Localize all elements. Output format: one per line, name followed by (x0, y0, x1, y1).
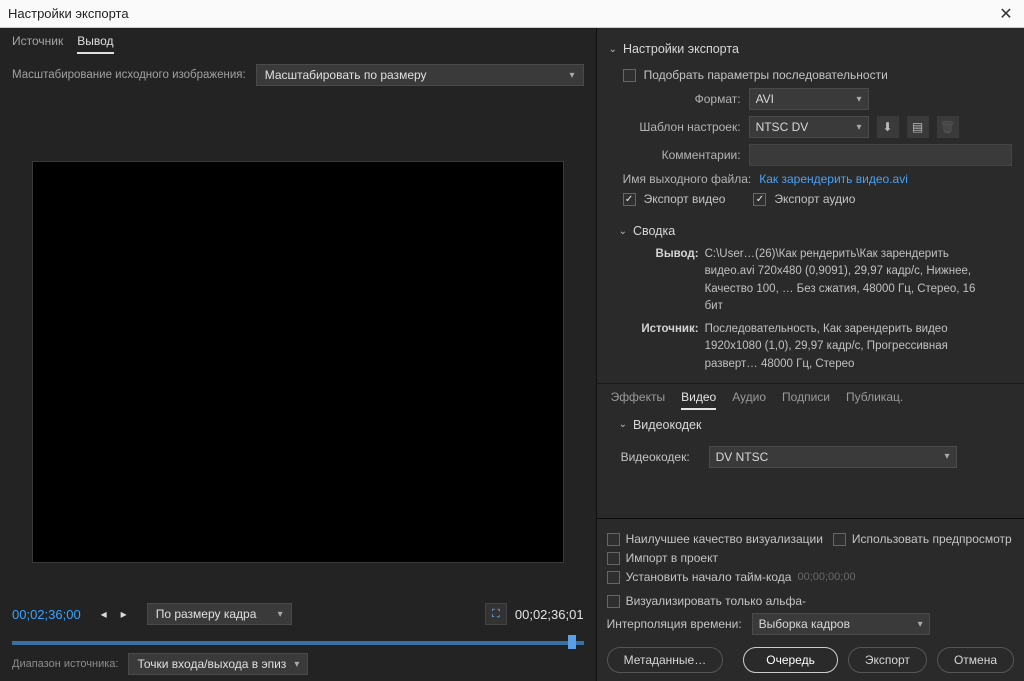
scale-dropdown[interactable]: Масштабировать по размеру▾ (256, 64, 584, 86)
comments-label: Комментарии: (623, 148, 741, 162)
chevron-down-icon: ⌄ (619, 419, 627, 430)
import-preset-icon[interactable]: ▤ (907, 116, 929, 138)
output-name-label: Имя выходного файла: (623, 172, 752, 186)
chevron-down-icon: ▾ (945, 451, 950, 462)
tab-captions[interactable]: Подписи (782, 390, 830, 410)
scale-label: Масштабирование исходного изображения: (12, 69, 246, 81)
summary-output-value: C:\User…(26)\Как рендерить\Как зарендери… (705, 246, 990, 315)
match-sequence-label: Подобрать параметры последовательности (644, 68, 888, 82)
summary-output-label: Вывод: (627, 246, 699, 263)
summary-source-value: Последовательность, Как зарендерить виде… (705, 321, 990, 373)
timeline-scrubber[interactable] (12, 633, 584, 647)
fit-dropdown[interactable]: По размеру кадра▾ (147, 603, 292, 625)
delete-preset-icon[interactable]: 🗑 (937, 116, 959, 138)
save-preset-icon[interactable]: ⬇ (877, 116, 899, 138)
video-codec-dropdown[interactable]: DV NTSC▾ (709, 446, 957, 468)
comments-field[interactable] (749, 144, 1012, 166)
playhead[interactable] (568, 635, 576, 649)
next-frame-button[interactable]: ▸ (117, 607, 131, 621)
preview-pane: Источник Вывод Масштабирование исходного… (0, 28, 597, 681)
set-tc-checkbox[interactable] (607, 571, 620, 584)
chevron-down-icon: ▾ (570, 70, 575, 81)
summary-header[interactable]: ⌄ Сводка (597, 220, 1024, 242)
summary-source-label: Источник: (627, 321, 699, 338)
export-audio-checkbox[interactable] (753, 193, 766, 206)
interp-dropdown[interactable]: Выборка кадров▾ (752, 613, 930, 635)
export-video-checkbox[interactable] (623, 193, 636, 206)
match-sequence-checkbox[interactable] (623, 69, 636, 82)
chevron-down-icon: ▾ (278, 609, 283, 620)
export-settings-header[interactable]: ⌄ Настройки экспорта (597, 38, 1024, 60)
chevron-down-icon: ▾ (294, 659, 299, 670)
metadata-button[interactable]: Метаданные… (607, 647, 724, 673)
aspect-ratio-button[interactable]: ⛶ (485, 603, 507, 625)
title-bar: Настройки экспорта ✕ (0, 0, 1024, 28)
preset-dropdown[interactable]: NTSC DV▾ (749, 116, 869, 138)
tab-output[interactable]: Вывод (77, 34, 113, 54)
format-dropdown[interactable]: AVI▾ (749, 88, 869, 110)
prev-frame-button[interactable]: ◂ (97, 607, 111, 621)
video-codec-header[interactable]: ⌄ Видеокодек (597, 414, 1024, 436)
chevron-down-icon: ⌄ (619, 226, 627, 237)
import-project-checkbox[interactable] (607, 552, 620, 565)
chevron-down-icon: ▾ (857, 94, 862, 105)
preview-canvas[interactable] (33, 162, 563, 562)
close-icon[interactable]: ✕ (996, 4, 1016, 24)
chevron-down-icon: ⌄ (609, 44, 617, 55)
max-quality-checkbox[interactable] (607, 533, 620, 546)
alpha-only-checkbox[interactable] (607, 595, 620, 608)
tab-publish[interactable]: Публикац. (846, 390, 903, 410)
export-button[interactable]: Экспорт (848, 647, 927, 673)
format-label: Формат: (623, 92, 741, 106)
tab-source[interactable]: Источник (12, 34, 63, 54)
cancel-button[interactable]: Отмена (937, 647, 1014, 673)
range-dropdown[interactable]: Точки входа/выхода в эпиз▾ (128, 653, 308, 675)
preset-label: Шаблон настроек: (623, 120, 741, 134)
range-label: Диапазон источника: (12, 658, 118, 670)
chevron-down-icon: ▾ (918, 619, 923, 630)
use-preview-checkbox[interactable] (833, 533, 846, 546)
tab-effects[interactable]: Эффекты (611, 390, 666, 410)
output-name-link[interactable]: Как зарендерить видео.avi (759, 172, 908, 186)
in-timecode[interactable]: 00;02;36;00 (12, 607, 81, 622)
queue-button[interactable]: Очередь (743, 647, 838, 673)
window-title: Настройки экспорта (8, 6, 996, 21)
set-tc-value: 00;00;00;00 (797, 571, 855, 583)
out-timecode[interactable]: 00;02;36;01 (515, 607, 584, 622)
interp-label: Интерполяция времени: (607, 617, 742, 631)
tab-video[interactable]: Видео (681, 390, 716, 410)
tab-audio[interactable]: Аудио (732, 390, 766, 410)
video-codec-label: Видеокодек: (621, 450, 701, 464)
chevron-down-icon: ▾ (857, 122, 862, 133)
